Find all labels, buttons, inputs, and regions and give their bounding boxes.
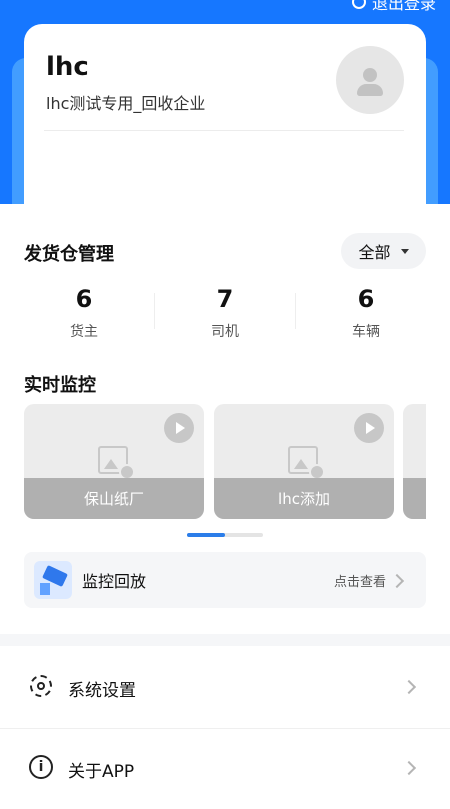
playback-label: 监控回放 (82, 572, 147, 591)
carousel-indicator (187, 533, 263, 537)
play-icon[interactable] (164, 413, 194, 443)
info-icon: i (29, 755, 53, 779)
chevron-right-icon (389, 573, 405, 589)
menu-item-label: 系统设置 (68, 681, 136, 701)
menu-item-about[interactable]: i 关于APP (0, 729, 450, 809)
profile-card: lhc lhc测试专用_回收企业 (24, 24, 426, 204)
carousel-indicator-active (187, 533, 225, 537)
monitor-carousel[interactable]: 保山纸厂 lhc添加 (24, 404, 426, 519)
monitor-card-partial[interactable] (403, 404, 426, 519)
stat-driver-value: 7 (216, 285, 234, 313)
warehouse-stats: 6 货主 7 司机 6 车辆 (0, 283, 450, 353)
avatar-body-icon (357, 84, 383, 96)
playback-row[interactable]: 监控回放 点击查看 (24, 552, 426, 608)
monitor-card[interactable]: lhc添加 (214, 404, 394, 519)
logout-label: 退出登录 (371, 0, 436, 13)
company-name: lhc测试专用_回收企业 (46, 94, 206, 113)
monitor-card[interactable]: 保山纸厂 (24, 404, 204, 519)
stat-driver[interactable]: 7 司机 (154, 283, 296, 341)
filter-dropdown[interactable]: 全部 (341, 233, 426, 269)
logout-button[interactable]: 退出登录 (351, 0, 436, 14)
camera-icon (34, 561, 72, 599)
monitor-card-label: lhc添加 (214, 478, 394, 519)
avatar[interactable] (336, 46, 404, 114)
user-name: lhc (46, 52, 89, 82)
stat-vehicle-value: 6 (357, 285, 375, 313)
menu-item-label: 关于APP (68, 762, 135, 782)
chevron-right-icon (401, 760, 417, 776)
image-placeholder-icon (98, 446, 135, 480)
monitor-card-partial-caption (403, 478, 426, 519)
warehouse-title: 发货仓管理 (24, 244, 114, 265)
caret-down-icon (400, 248, 409, 254)
chevron-right-icon (401, 679, 417, 695)
image-placeholder-icon (288, 446, 325, 480)
play-icon[interactable] (354, 413, 384, 443)
stat-vehicle-label: 车辆 (352, 324, 380, 340)
stat-owner[interactable]: 6 货主 (13, 283, 155, 341)
avatar-head-icon (363, 68, 377, 82)
menu-item-settings[interactable]: 系统设置 (0, 648, 450, 728)
filter-label: 全部 (358, 243, 391, 262)
stat-owner-value: 6 (75, 285, 93, 313)
section-gap (0, 634, 450, 646)
monitor-card-label: 保山纸厂 (24, 478, 204, 519)
stat-owner-label: 货主 (70, 324, 98, 340)
logout-icon (351, 0, 366, 9)
monitor-title: 实时监控 (24, 375, 96, 396)
stat-driver-label: 司机 (211, 324, 239, 340)
gear-icon (30, 675, 52, 697)
playback-hint: 点击查看 (333, 575, 386, 590)
card-divider (44, 130, 404, 131)
stat-vehicle[interactable]: 6 车辆 (295, 283, 437, 341)
